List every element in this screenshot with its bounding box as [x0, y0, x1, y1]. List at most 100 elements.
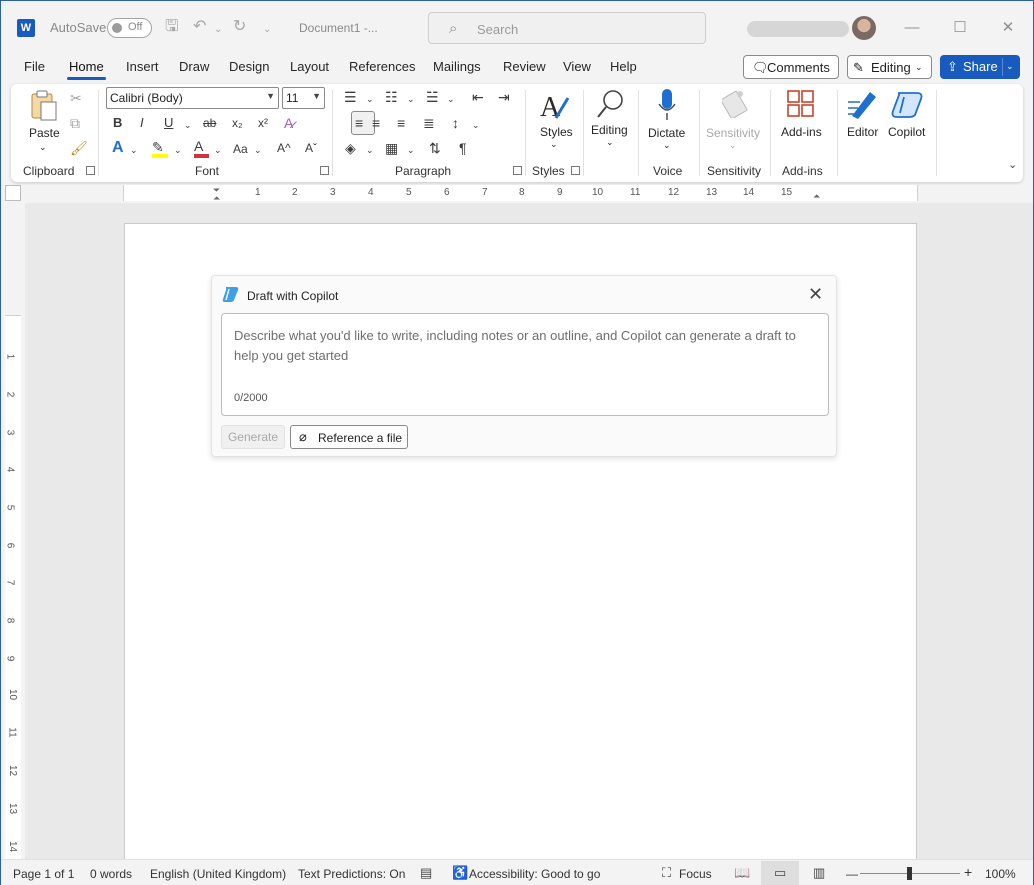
change-case-button[interactable]: Aa: [233, 141, 248, 157]
find-icon[interactable]: [595, 88, 627, 120]
font-size-select[interactable]: 11 ▼: [282, 87, 325, 109]
text-effects-icon[interactable]: A: [112, 140, 124, 156]
font-color-dropdown-icon[interactable]: ⌄: [214, 142, 222, 158]
read-mode-icon[interactable]: 📖: [734, 865, 750, 881]
dictate-dropdown-icon[interactable]: ⌄: [663, 140, 671, 151]
styles-launcher-icon[interactable]: [571, 166, 580, 175]
dictate-label[interactable]: Dictate: [648, 126, 685, 140]
paragraph-launcher-icon[interactable]: [513, 166, 522, 175]
editing-dropdown-icon[interactable]: ⌄: [606, 137, 614, 148]
autosave-toggle[interactable]: Off: [107, 18, 152, 38]
bullets-dropdown-icon[interactable]: ⌄: [366, 91, 374, 107]
maximize-button[interactable]: ☐: [945, 17, 975, 39]
undo-icon[interactable]: ↶: [193, 17, 206, 37]
superscript-button[interactable]: x²: [258, 115, 268, 131]
focus-button[interactable]: Focus: [679, 867, 712, 881]
copy-icon[interactable]: ⧉: [70, 115, 80, 131]
copilot-icon[interactable]: [891, 89, 925, 119]
increase-indent-icon[interactable]: ⇥: [498, 89, 510, 105]
strikethrough-button[interactable]: ab: [203, 115, 216, 131]
zoom-level[interactable]: 100%: [985, 867, 1016, 881]
tab-design[interactable]: Design: [229, 59, 269, 74]
document-title[interactable]: Document1 -...: [299, 21, 378, 35]
highlight-icon[interactable]: ✎: [152, 139, 164, 155]
accessibility-icon[interactable]: ♿: [452, 865, 468, 881]
copilot-label[interactable]: Copilot: [888, 125, 925, 139]
share-button[interactable]: ⇪ Share ⌄: [940, 55, 1020, 79]
italic-button[interactable]: I: [140, 115, 144, 131]
redo-icon[interactable]: ↻: [233, 17, 246, 37]
ribbon-collapse-icon[interactable]: ⌄: [1008, 158, 1017, 171]
underline-button[interactable]: U: [164, 115, 173, 131]
subscript-button[interactable]: x₂: [232, 115, 243, 131]
search-box[interactable]: ⌕ Search: [428, 12, 706, 44]
save-icon[interactable]: 🖫: [165, 17, 179, 37]
tab-review[interactable]: Review: [503, 59, 546, 74]
clear-formatting-icon[interactable]: A̷: [284, 115, 293, 131]
comments-button[interactable]: 🗨 Comments: [743, 55, 839, 79]
text-effects-dropdown-icon[interactable]: ⌄: [130, 142, 138, 158]
sort-icon[interactable]: ⇅: [429, 140, 441, 156]
justify-icon[interactable]: ≣: [423, 115, 435, 131]
font-launcher-icon[interactable]: [320, 166, 329, 175]
editing-mode-button[interactable]: ✎ Editing ⌄: [847, 55, 932, 79]
bold-button[interactable]: B: [113, 115, 122, 131]
tab-insert[interactable]: Insert: [126, 59, 159, 74]
editing-group-label[interactable]: Editing: [591, 123, 628, 137]
align-center-icon[interactable]: ≡: [372, 115, 380, 131]
paste-icon[interactable]: [30, 90, 58, 122]
language-status[interactable]: English (United Kingdom): [150, 867, 286, 881]
align-right-icon[interactable]: ≡: [397, 115, 405, 131]
font-name-select[interactable]: Calibri (Body) ▼: [106, 87, 279, 109]
tab-selector[interactable]: [5, 185, 21, 201]
editor-icon[interactable]: [846, 88, 878, 120]
numbering-icon[interactable]: ☷: [385, 89, 398, 105]
paste-label[interactable]: Paste: [29, 126, 60, 140]
clipboard-launcher-icon[interactable]: [86, 166, 95, 175]
shading-dropdown-icon[interactable]: ⌄: [366, 142, 374, 158]
reference-file-button[interactable]: ⌀ Reference a file: [290, 425, 408, 449]
line-spacing-icon[interactable]: ↕: [452, 115, 459, 131]
font-color-icon[interactable]: A: [194, 138, 203, 154]
bullets-icon[interactable]: ☰: [344, 89, 357, 105]
numbering-dropdown-icon[interactable]: ⌄: [407, 91, 415, 107]
styles-dropdown-icon[interactable]: ⌄: [550, 139, 558, 150]
right-indent-marker[interactable]: ⏶: [813, 191, 820, 202]
undo-dropdown-icon[interactable]: ⌄: [214, 20, 222, 40]
zoom-out-button[interactable]: —: [846, 867, 858, 881]
borders-dropdown-icon[interactable]: ⌄: [407, 142, 415, 158]
multilevel-dropdown-icon[interactable]: ⌄: [447, 91, 455, 107]
horizontal-ruler[interactable]: ⏷ ⏶ ⏶ 1 2 3 4 5 6 7 8 9 10 11 12 13 14 1…: [25, 185, 1025, 203]
user-name-blurred[interactable]: [747, 21, 849, 37]
shading-icon[interactable]: ◈: [345, 140, 356, 156]
avatar[interactable]: [852, 16, 876, 40]
copilot-prompt-input[interactable]: Describe what you'd like to write, inclu…: [221, 313, 829, 416]
minimize-button[interactable]: —: [897, 17, 927, 39]
grow-font-button[interactable]: A^: [277, 140, 291, 156]
editor-label[interactable]: Editor: [847, 125, 878, 139]
cut-icon[interactable]: ✂: [70, 90, 82, 106]
tab-home[interactable]: Home: [67, 59, 106, 80]
tab-draw[interactable]: Draw: [179, 59, 209, 74]
tab-view[interactable]: View: [563, 59, 591, 74]
zoom-in-button[interactable]: +: [964, 864, 972, 880]
close-icon[interactable]: ✕: [808, 285, 823, 303]
styles-label[interactable]: Styles: [540, 125, 573, 139]
text-predictions-status[interactable]: Text Predictions: On: [298, 867, 405, 881]
tab-layout[interactable]: Layout: [290, 59, 329, 74]
tab-file[interactable]: File: [24, 59, 45, 74]
track-changes-icon[interactable]: ▤: [420, 865, 432, 881]
customize-toolbar-icon[interactable]: ⌄: [263, 20, 271, 40]
zoom-slider-thumb[interactable]: [907, 867, 912, 880]
vertical-ruler[interactable]: 1 2 3 4 5 6 7 8 9 10 11 12 13 14: [4, 203, 21, 859]
share-dropdown-icon[interactable]: ⌄: [1006, 61, 1014, 72]
tab-help[interactable]: Help: [610, 59, 637, 74]
borders-icon[interactable]: ▦: [385, 140, 398, 156]
tab-references[interactable]: References: [349, 59, 415, 74]
paste-dropdown-icon[interactable]: ⌄: [39, 142, 47, 153]
page-count[interactable]: Page 1 of 1: [13, 867, 74, 881]
show-marks-button[interactable]: ¶: [459, 140, 467, 156]
microphone-icon[interactable]: [657, 88, 677, 122]
highlight-dropdown-icon[interactable]: ⌄: [174, 142, 182, 158]
web-layout-icon[interactable]: ▥: [813, 865, 825, 881]
